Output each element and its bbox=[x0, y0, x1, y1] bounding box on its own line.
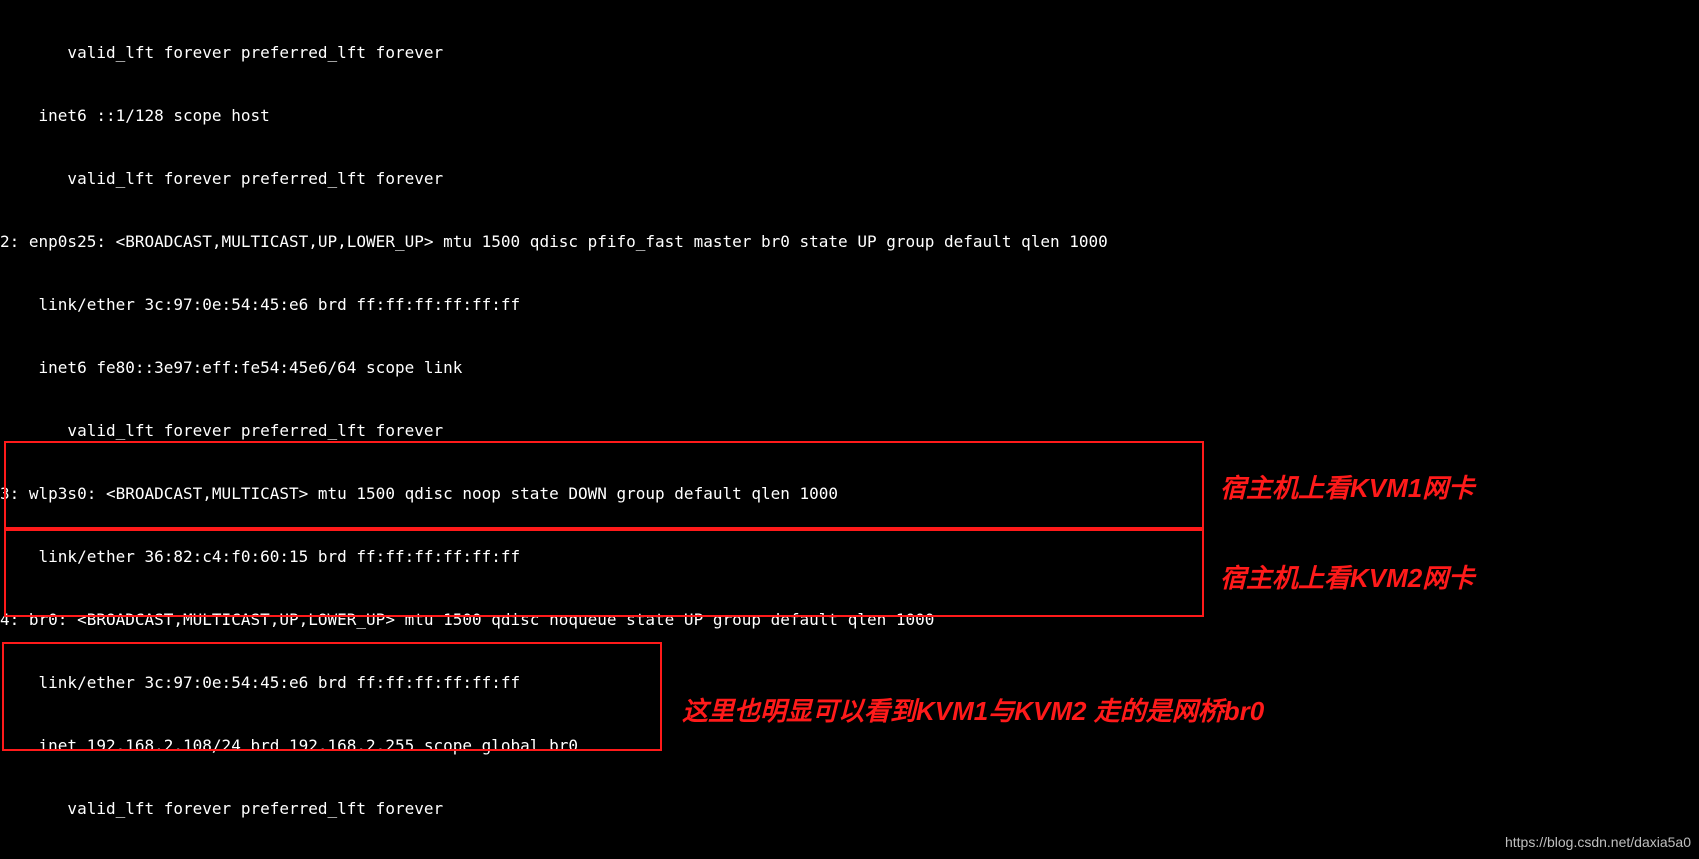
terminal-line: inet6 fe80::3e97:eff:fe54:45e6/64 scope … bbox=[0, 357, 1699, 378]
terminal-line: inet6 ::1/128 scope host bbox=[0, 105, 1699, 126]
terminal-line: 3: wlp3s0: <BROADCAST,MULTICAST> mtu 150… bbox=[0, 483, 1699, 504]
highlight-box-vnet1 bbox=[4, 529, 1204, 617]
terminal-line: link/ether 36:82:c4:f0:60:15 brd ff:ff:f… bbox=[0, 546, 1699, 567]
terminal-window[interactable]: valid_lft forever preferred_lft forever … bbox=[0, 0, 1699, 859]
terminal-line: valid_lft forever preferred_lft forever bbox=[0, 420, 1699, 441]
terminal-line: link/ether 3c:97:0e:54:45:e6 brd ff:ff:f… bbox=[0, 294, 1699, 315]
terminal-line: 2: enp0s25: <BROADCAST,MULTICAST,UP,LOWE… bbox=[0, 231, 1699, 252]
terminal-line: valid_lft forever preferred_lft forever bbox=[0, 798, 1699, 819]
watermark-text: https://blog.csdn.net/daxia5a0 bbox=[1505, 832, 1691, 853]
terminal-line: link/ether 3c:97:0e:54:45:e6 brd ff:ff:f… bbox=[0, 672, 1699, 693]
terminal-line: valid_lft forever preferred_lft forever bbox=[0, 168, 1699, 189]
terminal-line: valid_lft forever preferred_lft forever bbox=[0, 42, 1699, 63]
terminal-line: inet 192.168.2.108/24 brd 192.168.2.255 … bbox=[0, 735, 1699, 756]
annotation-bridge: 这里也明显可以看到KVM1与KVM2 走的是网桥br0 bbox=[682, 698, 1264, 724]
annotation-kvm2: 宿主机上看KVM2网卡 bbox=[1220, 565, 1474, 591]
terminal-line: 4: br0: <BROADCAST,MULTICAST,UP,LOWER_UP… bbox=[0, 609, 1699, 630]
